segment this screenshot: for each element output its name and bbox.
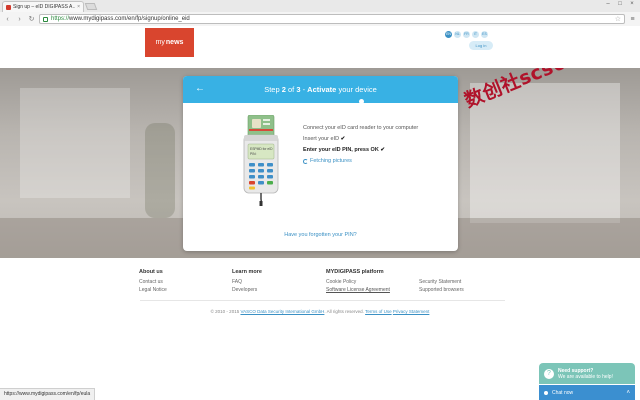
check-icon: ✔	[380, 147, 385, 153]
footer-link-browsers[interactable]: Supported browsers	[419, 286, 464, 294]
footer-link-legal[interactable]: Legal Notice	[139, 286, 167, 294]
footer-security: Security Statement Supported browsers	[419, 278, 464, 294]
vasco-link[interactable]: VASCO Data Security International GmbH	[240, 309, 324, 314]
chat-bubble-icon: ?	[544, 368, 554, 379]
hero-window-left	[20, 88, 130, 198]
hero-window-right	[470, 83, 620, 223]
footer-platform: MYDIGIPASS platform Cookie Policy Softwa…	[326, 268, 390, 294]
minimize-icon[interactable]: –	[603, 1, 613, 8]
reload-icon[interactable]: ↻	[27, 15, 36, 24]
window-controls: – □ ×	[603, 1, 637, 8]
url-path: www.mydigipass.com/en/fp/signup/online_e…	[69, 16, 190, 22]
browser-tab[interactable]: Sign up – eID DIGIPASS A… ×	[2, 1, 84, 12]
footer-divider	[140, 300, 505, 301]
instruction-enter-pin: Enter your eID PIN, press OK ✔	[303, 147, 385, 153]
chat-status-icon	[544, 390, 548, 395]
support-text: Need support? We are available to help!	[558, 367, 613, 380]
footer-link-license[interactable]: Software License Agreement	[326, 286, 390, 294]
card-body: ESPMD for eID PIN: Connect your eID card…	[183, 103, 458, 251]
spinner-icon	[303, 159, 308, 164]
back-arrow-icon[interactable]: ←	[195, 83, 205, 95]
card-header: ← Step 2 of 3 - Activate your device	[183, 76, 458, 104]
lang-fr[interactable]: FR	[463, 31, 470, 38]
footer-learn: Learn more FAQ Developers	[232, 268, 262, 294]
check-icon: ✔	[340, 136, 346, 142]
footer-heading: Learn more	[232, 269, 262, 275]
logo-word: news	[165, 39, 184, 46]
maximize-icon[interactable]: □	[615, 1, 625, 8]
bookmark-star-icon[interactable]: ☆	[615, 15, 621, 23]
card-reader-illustration: ESPMD for eID PIN:	[243, 115, 279, 206]
forgot-pin-link[interactable]: Have you forgotten your PIN?	[183, 232, 458, 238]
footer-about: About us Contact us Legal Notice	[139, 268, 167, 294]
browser-menu-icon[interactable]: ≡	[628, 16, 637, 23]
back-icon[interactable]: ‹	[3, 15, 12, 24]
activation-card: ← Step 2 of 3 - Activate your device ESP…	[183, 76, 458, 251]
footer-heading: MYDIGIPASS platform	[326, 269, 384, 275]
fetching-label: Fetching pictures	[310, 158, 352, 164]
language-switcher: EN NL FR IT ES	[445, 31, 488, 38]
instruction-insert: Insert your eID ✔	[303, 136, 346, 142]
reader-screen-line2: PIN:	[250, 152, 256, 156]
new-tab-button[interactable]	[84, 3, 98, 10]
site-header: my news EN NL FR IT ES Log in	[0, 26, 640, 68]
tab-title: Sign up – eID DIGIPASS A…	[13, 4, 76, 10]
window-close-icon[interactable]: ×	[627, 1, 637, 8]
chevron-up-icon[interactable]: ˄	[626, 390, 630, 396]
footer-link-security[interactable]: Security Statement	[419, 278, 464, 286]
privacy-link[interactable]: Privacy Statement	[393, 309, 430, 314]
browser-status-bar: https://www.mydigipass.com/en/fp/eula	[0, 388, 96, 400]
login-button[interactable]: Log in	[469, 41, 493, 50]
lang-en[interactable]: EN	[445, 31, 452, 38]
support-widget[interactable]: ? Need support? We are available to help…	[539, 363, 635, 384]
reader-screen-line1: ESPMD for eID	[250, 147, 273, 151]
instruction-connect: Connect your eID card reader to your com…	[303, 125, 419, 131]
chat-now-label: Chat now	[552, 389, 574, 396]
mynews-logo[interactable]: my news	[145, 28, 194, 57]
forward-icon[interactable]: ›	[15, 15, 24, 24]
favicon-icon	[6, 4, 11, 10]
browser-chrome: Sign up – eID DIGIPASS A… × – □ × ‹ › ↻ …	[0, 0, 640, 26]
terms-link[interactable]: Terms of Use	[365, 309, 392, 314]
footer-link-contact[interactable]: Contact us	[139, 278, 167, 286]
footer-link-faq[interactable]: FAQ	[232, 278, 262, 286]
step-title: Step 2 of 3 - Activate your device	[264, 85, 377, 94]
lang-nl[interactable]: NL	[454, 31, 461, 38]
tab-close-icon[interactable]: ×	[77, 4, 80, 10]
footer-heading: About us	[139, 269, 163, 275]
lock-icon	[43, 16, 48, 22]
address-bar[interactable]: https://www.mydigipass.com/en/fp/signup/…	[39, 14, 625, 24]
fetching-status: Fetching pictures	[303, 158, 433, 165]
browser-toolbar: ‹ › ↻ https://www.mydigipass.com/en/fp/s…	[0, 12, 640, 26]
footer-link-developers[interactable]: Developers	[232, 286, 262, 294]
chat-now-bar[interactable]: Chat now ˄	[539, 385, 635, 400]
copyright: © 2010 - 2015 VASCO Data Security Intern…	[210, 309, 430, 314]
hero-plant	[145, 123, 175, 218]
lang-it[interactable]: IT	[472, 31, 479, 38]
url-scheme: https://	[51, 16, 70, 22]
footer-link-cookie[interactable]: Cookie Policy	[326, 278, 390, 286]
lang-es[interactable]: ES	[481, 31, 488, 38]
instructions: Connect your eID card reader to your com…	[303, 125, 433, 165]
logo-prefix: my	[155, 39, 165, 46]
